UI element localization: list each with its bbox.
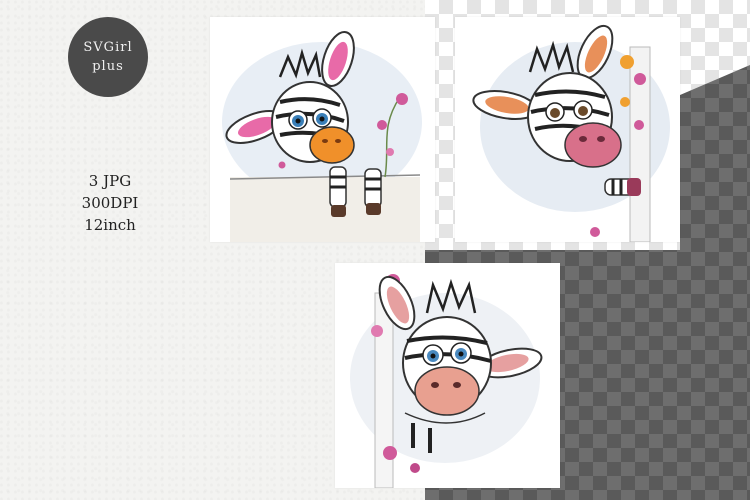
zebra-over-wall-image [222, 31, 422, 242]
zebra-from-side-image [472, 24, 670, 242]
print-size-label: 12inch [84, 216, 136, 234]
brand-name-line1: SVGirl [83, 40, 133, 55]
illustration-card-1 [210, 17, 435, 242]
illustration-card-3 [335, 263, 560, 488]
illustration-card-2 [455, 17, 680, 242]
file-format-label: 3 JPG [88, 172, 132, 190]
product-info: 3 JPG 300DPI 12inch [60, 170, 160, 236]
brand-logo-badge: SVGirl plus [68, 17, 148, 97]
resolution-label: 300DPI [81, 194, 139, 212]
brand-name-line2: plus [92, 59, 124, 74]
zebra-from-corner-image [350, 274, 543, 488]
